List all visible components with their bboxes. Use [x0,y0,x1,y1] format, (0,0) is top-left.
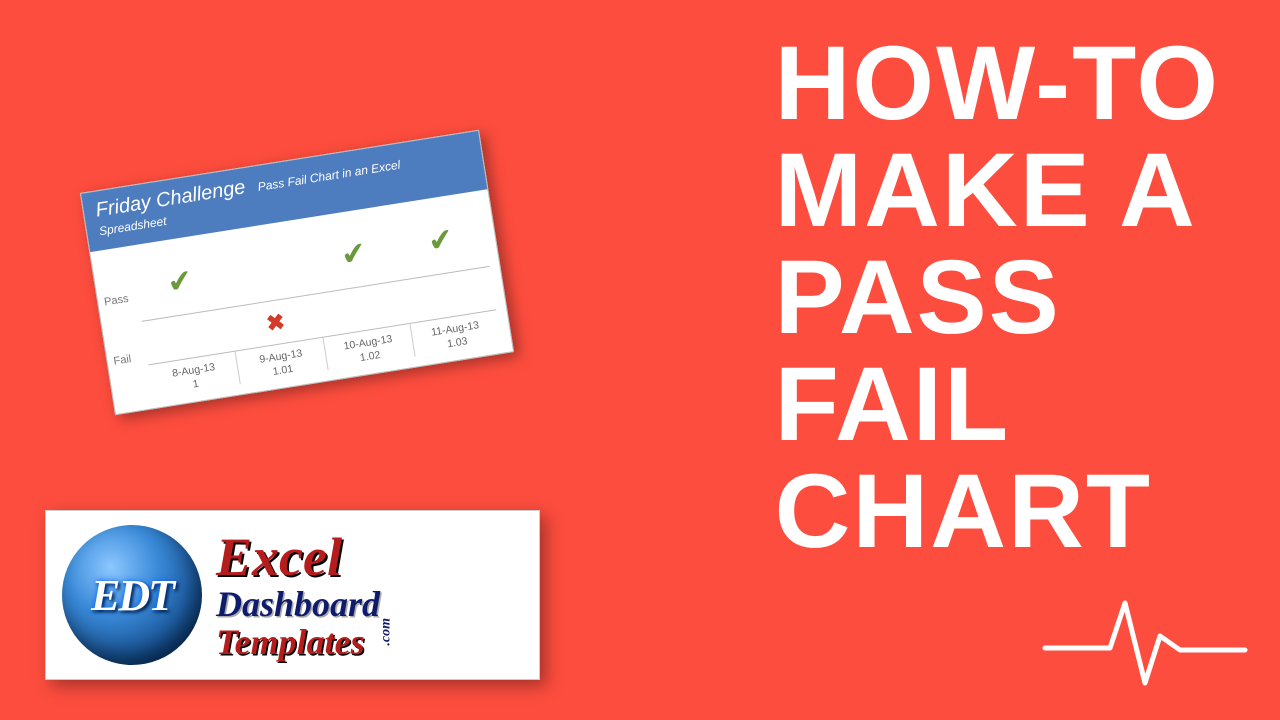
brand-line-3: Templates [216,624,380,660]
title-line: MAKE A [775,137,1220,244]
brand-dotcom: .com [380,618,394,646]
check-icon: ✔ [339,235,369,274]
excel-chart-card: Friday Challenge Pass Fail Chart in an E… [80,130,514,415]
title-line: FAIL [775,351,1220,458]
check-icon: ✔ [426,221,456,260]
title-line: PASS [775,244,1220,351]
edt-monogram: EDT [62,525,202,665]
y-axis-label-pass: Pass [103,293,129,309]
chart-header-main: Friday Challenge [94,176,247,221]
brand-line-1: Excel .com [216,530,380,584]
brand-line-2: Dashboard [216,586,380,622]
y-axis-label-fail: Fail [113,353,132,368]
pulse-icon [1040,588,1250,698]
edt-sphere-icon: EDT [62,525,202,665]
main-title: HOW-TO MAKE A PASS FAIL CHART [775,30,1220,565]
brand-text: Excel .com Dashboard Templates [216,530,380,660]
check-icon: ✔ [165,263,195,302]
cross-icon: ✖ [264,309,286,338]
title-line: CHART [775,458,1220,565]
brand-logo-card: EDT Excel .com Dashboard Templates [45,510,540,680]
title-line: HOW-TO [775,30,1220,137]
data-point: ✔ [391,191,497,323]
